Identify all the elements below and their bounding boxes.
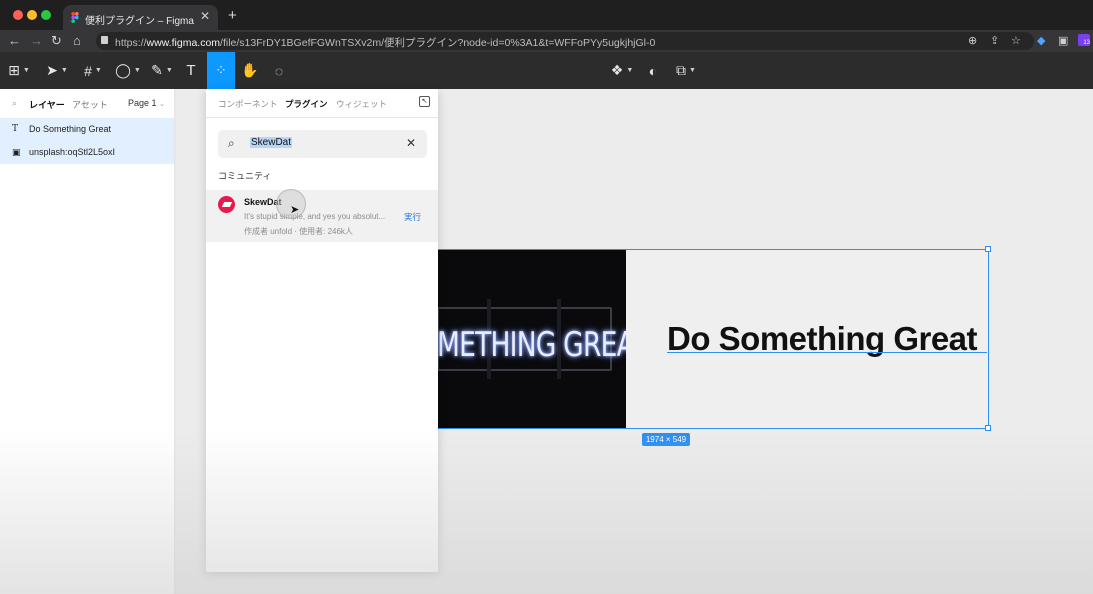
move-cursor-icon: ➤ bbox=[46, 62, 58, 78]
plugin-meta: 作成者 unfold · 使用者: 246k人 bbox=[244, 227, 353, 236]
layer-row[interactable]: ▣ unsplash:oqStl2L5oxI bbox=[0, 141, 174, 164]
extension-gem-icon[interactable]: ◆ bbox=[1037, 34, 1045, 47]
frame-icon: # bbox=[84, 62, 92, 79]
layers-panel bbox=[0, 89, 175, 594]
tab-assets[interactable]: アセット bbox=[72, 98, 108, 111]
comment-tool-button[interactable]: ◌ bbox=[268, 52, 290, 89]
resources-popup bbox=[206, 89, 438, 572]
chevron-down-icon: ▼ bbox=[133, 67, 141, 74]
layer-label: unsplash:oqStl2L5oxI bbox=[29, 147, 116, 157]
boolean-icon: ⧉ bbox=[676, 62, 687, 78]
figma-menu-icon: ⊞ bbox=[8, 62, 20, 78]
back-arrow-icon[interactable]: ← bbox=[8, 33, 21, 48]
popup-divider bbox=[206, 117, 438, 118]
resources-icon: ⁘ bbox=[215, 62, 227, 78]
layer-label: Do Something Great bbox=[29, 124, 112, 134]
hand-tool-button[interactable]: ✋ bbox=[239, 52, 261, 89]
move-tool-button[interactable]: ➤ ▼ bbox=[44, 52, 70, 89]
main-menu-button[interactable]: ⊞ ▼ bbox=[6, 52, 32, 89]
chevron-down-icon: ⌄ bbox=[159, 101, 165, 108]
tab-title: 便利プラグイン – Figma bbox=[85, 16, 194, 27]
layers-panel-tabs: ⌕ レイヤー アセット Page 1 ⌄ bbox=[0, 89, 175, 117]
page-selector[interactable]: Page 1 ⌄ bbox=[128, 98, 165, 108]
tab-close-icon[interactable]: ✕ bbox=[200, 9, 210, 23]
text-tool-button[interactable]: T bbox=[180, 52, 202, 89]
chevron-down-icon: ▼ bbox=[689, 67, 696, 74]
tab-layers[interactable]: レイヤー bbox=[29, 98, 65, 111]
resize-handle-top-right[interactable] bbox=[985, 246, 991, 252]
resize-handle-bottom-right[interactable] bbox=[985, 425, 991, 431]
comment-icon: ◌ bbox=[274, 62, 284, 79]
text-layer-icon: T bbox=[12, 124, 19, 134]
run-plugin-button[interactable]: 実行 bbox=[404, 211, 421, 223]
text-icon: T bbox=[186, 62, 196, 79]
extension-badge[interactable]: 13 bbox=[1078, 34, 1090, 46]
bookmark-star-icon[interactable]: ☆ bbox=[1011, 34, 1021, 47]
share-icon[interactable]: ⇪ bbox=[990, 34, 999, 47]
layer-row[interactable]: T Do Something Great bbox=[0, 118, 174, 141]
home-icon[interactable]: ⌂ bbox=[73, 33, 81, 48]
search-query-text[interactable]: SkewDat bbox=[250, 137, 293, 148]
selection-box bbox=[437, 249, 989, 429]
plugin-description: It's stupid simple, and yes you absolut.… bbox=[244, 212, 386, 221]
browser-tab[interactable]: 便利プラグイン – Figma ✕ bbox=[63, 5, 218, 30]
zoom-icon[interactable]: ⊕ bbox=[968, 34, 977, 47]
clear-search-icon[interactable]: ✕ bbox=[406, 136, 416, 150]
maximize-window-button[interactable] bbox=[41, 10, 51, 20]
hand-icon: ✋ bbox=[241, 62, 259, 78]
frame-tool-button[interactable]: # ▼ bbox=[80, 52, 106, 89]
tab-plugins[interactable]: プラグイン bbox=[285, 98, 328, 110]
extension-puzzle-icon[interactable]: ▣ bbox=[1058, 34, 1068, 47]
boolean-tool-button[interactable]: ⧉ ▼ bbox=[673, 52, 699, 89]
chevron-down-icon: ▼ bbox=[165, 67, 173, 74]
tab-widgets[interactable]: ウィジェット bbox=[336, 98, 387, 110]
figma-logo-icon bbox=[71, 12, 79, 23]
open-community-icon[interactable]: ↖ bbox=[419, 96, 430, 107]
url-text[interactable]: https://www.figma.com/file/s13FrDY1BGefF… bbox=[115, 35, 655, 50]
chevron-down-icon: ▼ bbox=[60, 67, 68, 74]
search-icon: ⌕ bbox=[228, 136, 235, 150]
mask-icon: ◐ bbox=[648, 62, 658, 79]
shape-tool-button[interactable]: ◯ ▼ bbox=[114, 52, 142, 89]
image-layer-icon: ▣ bbox=[12, 147, 21, 157]
new-tab-button[interactable]: + bbox=[228, 7, 237, 24]
mask-tool-button[interactable]: ◐ bbox=[643, 52, 663, 89]
dimension-badge: 1974 × 549 bbox=[642, 433, 690, 446]
chevron-down-icon: ▼ bbox=[22, 67, 30, 74]
lock-icon bbox=[101, 36, 108, 44]
component-icon: ❖ bbox=[610, 62, 624, 78]
search-layers-icon[interactable]: ⌕ bbox=[12, 98, 17, 109]
tab-components[interactable]: コンポーネント bbox=[218, 98, 278, 110]
pen-icon: ✎ bbox=[151, 62, 163, 78]
ellipse-icon: ◯ bbox=[115, 62, 131, 78]
chevron-down-icon: ▼ bbox=[94, 67, 102, 74]
chevron-down-icon: ▼ bbox=[626, 67, 634, 74]
pen-tool-button[interactable]: ✎ ▼ bbox=[149, 52, 175, 89]
mouse-cursor-icon: ➤ bbox=[290, 204, 300, 216]
reload-icon[interactable]: ↻ bbox=[51, 33, 62, 49]
forward-arrow-icon[interactable]: → bbox=[30, 33, 43, 48]
minimize-window-button[interactable] bbox=[27, 10, 37, 20]
component-tool-button[interactable]: ❖ ▼ bbox=[609, 52, 635, 89]
section-label: コミュニティ bbox=[218, 171, 272, 181]
close-window-button[interactable] bbox=[13, 10, 23, 20]
resources-button[interactable]: ⁘ bbox=[207, 52, 235, 89]
skewdat-plugin-icon bbox=[218, 196, 235, 213]
